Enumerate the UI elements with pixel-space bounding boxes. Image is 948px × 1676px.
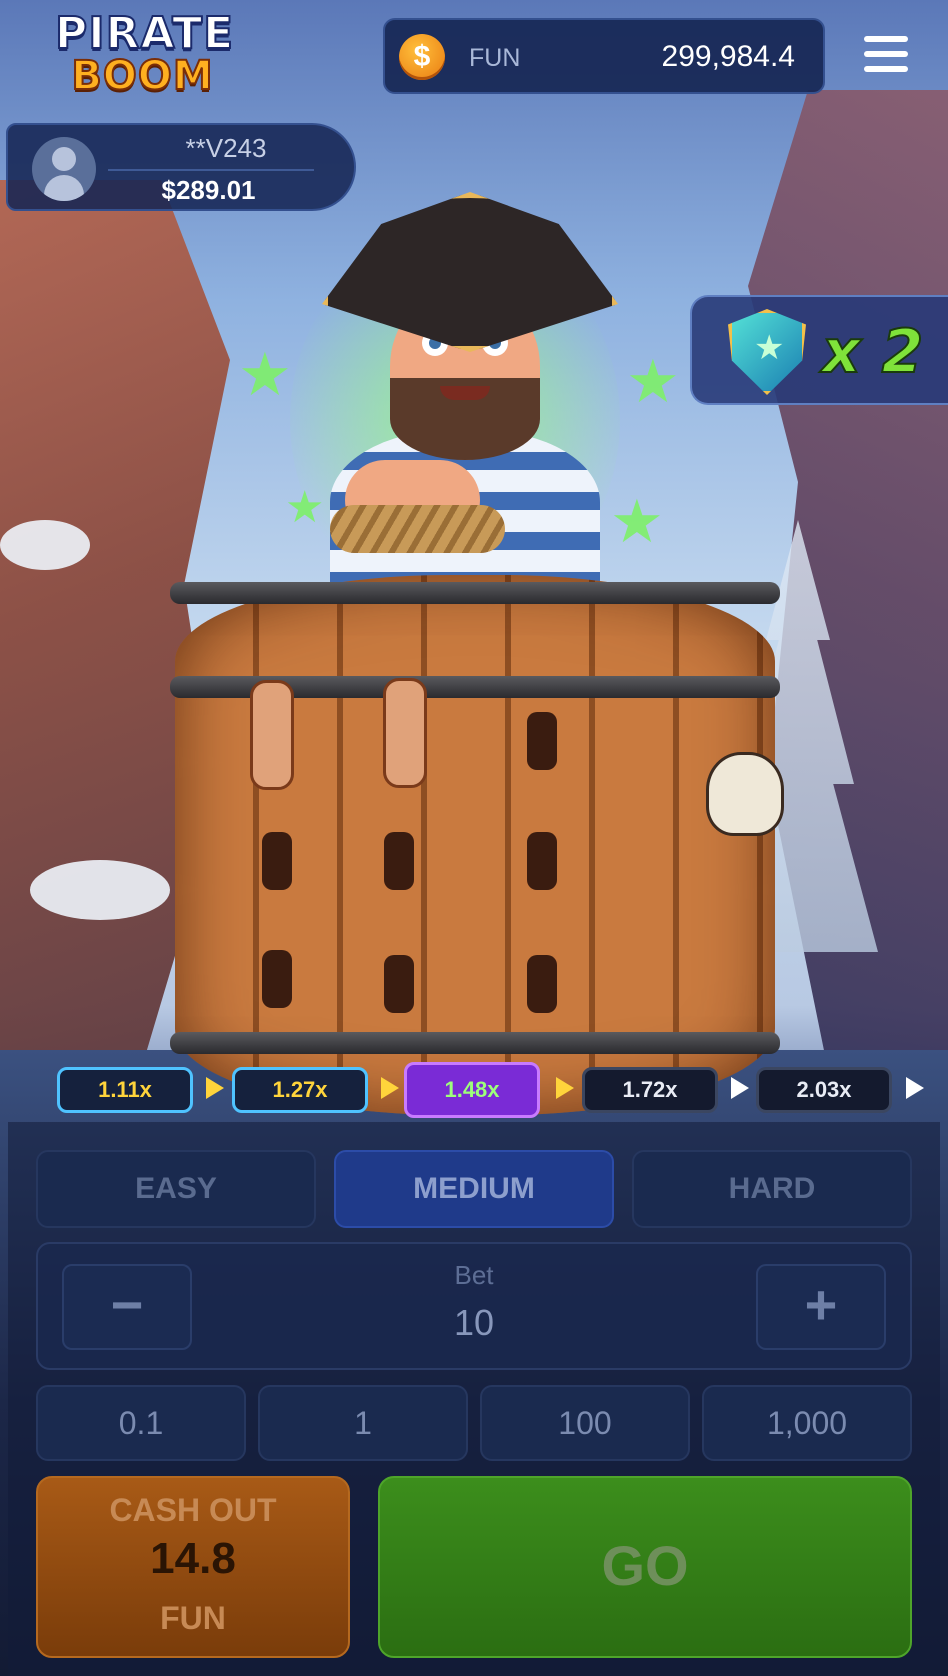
multiplier-step: 1.11x — [57, 1067, 193, 1113]
star-icon: ★ — [238, 341, 292, 408]
snow-patch — [0, 520, 90, 570]
star-icon: ★ — [754, 329, 785, 367]
multiplier-step: 2.03x — [756, 1067, 892, 1113]
barrel-slot[interactable] — [384, 955, 414, 1013]
multiplier-step: 1.27x — [232, 1067, 368, 1113]
game-screen: PIRATE BOOM $ FUN 299,984.4 **V243 $289.… — [0, 0, 948, 1676]
arrow-right-icon — [556, 1077, 574, 1099]
balance-panel: $ FUN 299,984.4 — [383, 18, 825, 94]
go-button[interactable]: GO — [378, 1476, 912, 1658]
arrow-right-icon — [206, 1077, 224, 1099]
star-icon: ★ — [626, 348, 680, 415]
multiplier-step-current: 1.48x — [404, 1062, 540, 1118]
shield-counter: ★ x 2 — [690, 295, 948, 405]
barrel-slot[interactable] — [384, 832, 414, 890]
barrel-slot[interactable] — [527, 712, 557, 770]
player-card: **V243 $289.01 — [6, 123, 356, 211]
quick-bet-button[interactable]: 100 — [480, 1385, 690, 1461]
currency-label: FUN — [469, 44, 521, 72]
difficulty-medium-button[interactable]: MEDIUM — [334, 1150, 614, 1228]
player-amount: $289.01 — [161, 175, 256, 205]
coin-icon: $ — [399, 34, 445, 80]
arrow-right-icon — [381, 1077, 399, 1099]
cash-out-unit: FUN — [160, 1600, 226, 1636]
difficulty-hard-button[interactable]: HARD — [632, 1150, 912, 1228]
multiplier-track: 1.11x 1.27x 1.48x 1.72x 2.03x — [0, 1062, 948, 1118]
logo-line1: PIRATE — [54, 8, 235, 59]
bet-control: − Bet 10 + — [36, 1242, 912, 1370]
difficulty-easy-button[interactable]: EASY — [36, 1150, 316, 1228]
logo-line2: BOOM — [70, 53, 214, 99]
cash-out-label: CASH OUT — [109, 1492, 277, 1528]
player-name: **V243 — [185, 133, 267, 163]
sword-in-barrel-icon — [250, 680, 294, 790]
multiplier-step: 1.72x — [582, 1067, 718, 1113]
star-icon: ★ — [610, 488, 664, 555]
barrel-slot[interactable] — [527, 832, 557, 890]
cash-out-button[interactable]: CASH OUT 14.8 FUN — [36, 1476, 350, 1658]
bet-increase-button[interactable]: + — [756, 1264, 886, 1350]
game-logo: PIRATE BOOM — [54, 8, 235, 102]
barrel-hoop — [170, 1032, 780, 1054]
arrow-right-icon — [731, 1077, 749, 1099]
star-icon: ★ — [285, 483, 325, 532]
barrel-slot[interactable] — [262, 950, 292, 1008]
balance-amount: 299,984.4 — [661, 40, 795, 73]
cash-out-value: 14.8 — [150, 1534, 236, 1583]
snow-patch — [30, 860, 170, 920]
mouth — [440, 386, 490, 400]
menu-icon[interactable] — [864, 36, 908, 78]
quick-bet-button[interactable]: 1 — [258, 1385, 468, 1461]
barrel-slot[interactable] — [262, 832, 292, 890]
shield-count: x 2 — [821, 316, 924, 388]
skull-crossbones-icon — [706, 752, 784, 836]
sword-in-barrel-icon — [383, 678, 427, 788]
rope — [330, 505, 505, 553]
quick-bet-button[interactable]: 0.1 — [36, 1385, 246, 1461]
quick-bet-button[interactable]: 1,000 — [702, 1385, 912, 1461]
arrow-right-icon — [906, 1077, 924, 1099]
divider — [108, 169, 314, 171]
barrel-slot[interactable] — [527, 955, 557, 1013]
barrel-hoop — [170, 582, 780, 604]
